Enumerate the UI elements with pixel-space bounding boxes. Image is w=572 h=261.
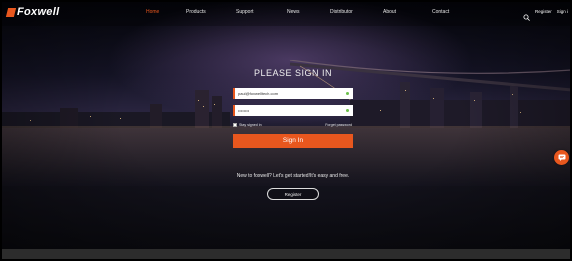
- footer-strip: [0, 249, 572, 261]
- password-input[interactable]: [238, 105, 344, 116]
- search-icon[interactable]: [523, 8, 530, 21]
- stay-signed-in-checkbox[interactable]: [233, 123, 237, 127]
- nav-item-support[interactable]: Support: [236, 9, 254, 15]
- nav-item-distributor[interactable]: Distributor: [330, 9, 353, 15]
- stay-signed-in-label: Stay signed in: [239, 123, 262, 127]
- chat-icon: [558, 154, 565, 161]
- register-button[interactable]: Register: [267, 188, 319, 200]
- signin-options: Stay signed in Forget password: [233, 123, 353, 129]
- stay-signed-in[interactable]: Stay signed in: [233, 123, 262, 127]
- nav-item-news[interactable]: News: [287, 9, 300, 15]
- password-field[interactable]: [233, 105, 353, 116]
- page-title: PLEASE SIGN IN: [253, 68, 333, 78]
- valid-check-icon: [346, 109, 349, 112]
- top-navigation-bar: Foxwell Home Products Support News Distr…: [0, 0, 572, 26]
- chat-widget-button[interactable]: [554, 150, 569, 165]
- signup-promo-text: New to foxwell? Let's get started!It's e…: [236, 173, 350, 179]
- header-actions: Register Sign i: [523, 8, 568, 21]
- valid-check-icon: [346, 92, 349, 95]
- email-input[interactable]: [238, 88, 344, 99]
- register-link[interactable]: Register: [535, 9, 552, 14]
- email-field[interactable]: [233, 88, 353, 99]
- logo-mark-icon: [5, 7, 17, 17]
- nav-item-contact[interactable]: Contact: [432, 9, 449, 15]
- nav-item-about[interactable]: About: [383, 9, 396, 15]
- nav-item-products[interactable]: Products: [186, 9, 206, 15]
- sign-in-button[interactable]: Sign In: [233, 134, 353, 148]
- foxwell-logo[interactable]: Foxwell: [5, 6, 60, 18]
- forgot-password-link[interactable]: Forget password: [325, 123, 352, 127]
- nav-item-home[interactable]: Home: [146, 9, 159, 15]
- logo-wordmark: Foxwell: [17, 6, 60, 18]
- signin-link[interactable]: Sign i: [557, 9, 568, 14]
